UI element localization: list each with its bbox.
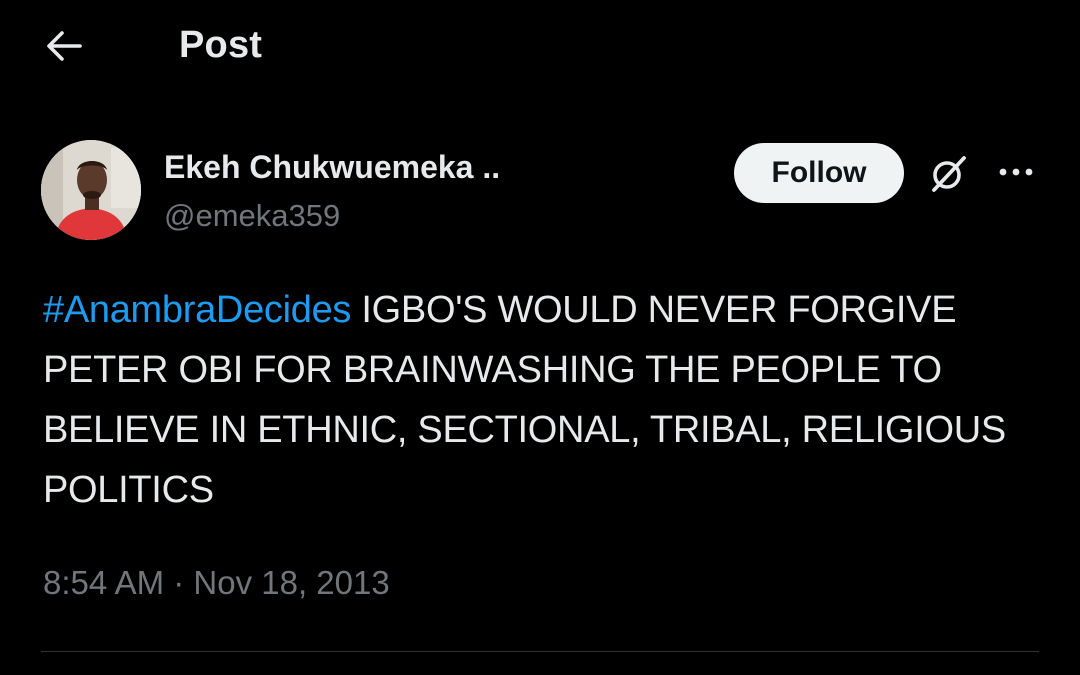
more-options-button[interactable] (990, 152, 1042, 192)
timestamp-separator: · (164, 564, 194, 601)
timestamp-time[interactable]: 8:54 AM (43, 564, 164, 601)
page-title: Post (179, 24, 263, 66)
divider (41, 651, 1039, 652)
grok-icon (932, 156, 966, 192)
post-text: #AnambraDecides IGBO'S WOULD NEVER FORGI… (43, 280, 1043, 520)
avatar[interactable] (41, 140, 141, 240)
hashtag-link[interactable]: #AnambraDecides (43, 289, 351, 331)
author-handle[interactable]: @emeka359 (164, 196, 340, 236)
arrow-left-icon (47, 31, 82, 61)
grok-button[interactable] (922, 148, 974, 200)
author-display-name[interactable]: Ekeh Chukwuemeka .. (164, 147, 500, 187)
post-author-row: Ekeh Chukwuemeka .. @emeka359 Follow (0, 138, 1080, 248)
back-button[interactable] (40, 24, 88, 68)
timestamp-date[interactable]: Nov 18, 2013 (193, 564, 389, 601)
profile-photo-icon (41, 140, 141, 240)
follow-button[interactable]: Follow (734, 143, 904, 203)
post-timestamp: 8:54 AM · Nov 18, 2013 (43, 561, 390, 605)
more-horizontal-icon (999, 168, 1033, 176)
top-bar: Post (0, 0, 1080, 90)
